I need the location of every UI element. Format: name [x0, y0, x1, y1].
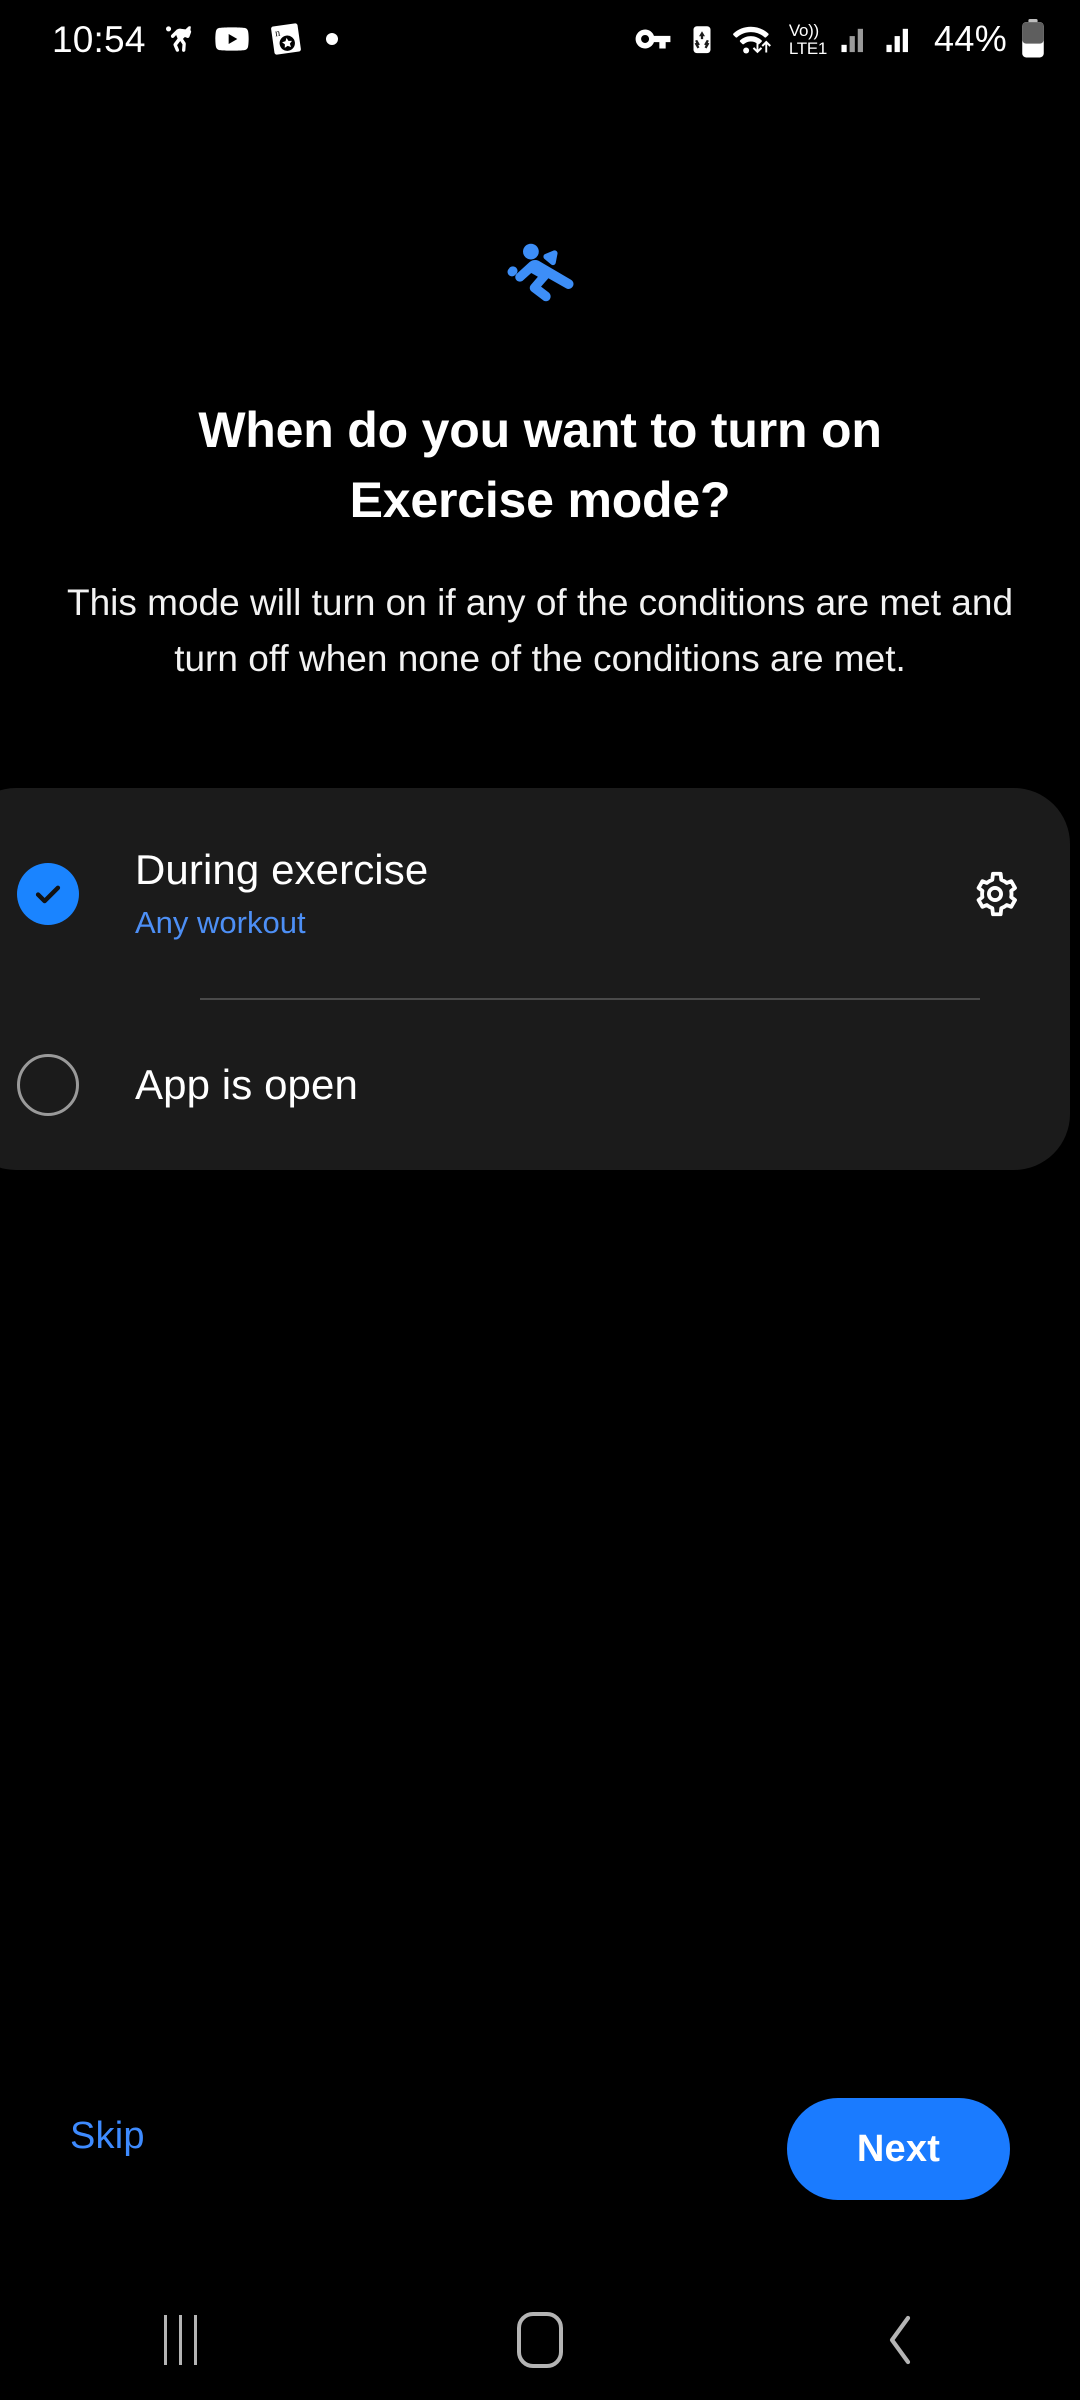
page-title: When do you want to turn on Exercise mod…: [198, 402, 882, 528]
next-button[interactable]: Next: [787, 2098, 1010, 2200]
back-icon: [889, 2315, 911, 2365]
vpn-key-icon: [634, 20, 672, 58]
option-app-is-open-radio[interactable]: [0, 1054, 135, 1116]
volte-line-2: LTE1: [788, 38, 828, 58]
gear-icon: [976, 871, 1017, 917]
dot-indicator-icon: [325, 33, 338, 45]
status-bar-right: Vo)) LTE1 44%: [634, 18, 1046, 60]
option-settings-button[interactable]: [920, 867, 1070, 921]
option-app-is-open-text: App is open: [135, 1059, 920, 1111]
nav-recents-button[interactable]: [0, 2280, 360, 2400]
skip-button[interactable]: Skip: [70, 2115, 145, 2158]
nav-back-button[interactable]: [720, 2280, 1080, 2400]
option-during-exercise[interactable]: During exercise Any workout: [0, 788, 1070, 1000]
signal-sim2-icon: [885, 23, 917, 55]
news-app-icon: n: [266, 19, 306, 59]
data-saver-icon: [685, 22, 719, 56]
wifi-icon: [732, 20, 776, 58]
recents-icon[interactable]: [163, 2315, 197, 2365]
status-bar-left: 10:54 n: [52, 19, 338, 59]
option-during-exercise-radio[interactable]: [0, 863, 135, 925]
conditions-card: During exercise Any workout App is open: [0, 788, 1070, 1170]
horse-icon: [160, 20, 198, 58]
exercise-running-icon: [0, 232, 1080, 316]
youtube-icon: [212, 19, 252, 59]
status-bar: 10:54 n Vo)) LTE1 44%: [0, 0, 1080, 78]
radio-unchecked-icon[interactable]: [16, 1054, 79, 1116]
page-subtitle: This mode will turn on if any of the con…: [66, 582, 1014, 679]
battery-icon: [1020, 19, 1046, 59]
signal-sim1-icon: [840, 23, 872, 55]
volte-line-1: Vo)): [788, 20, 819, 40]
option-subtitle: Any workout: [135, 904, 306, 940]
option-title: During exercise: [135, 845, 429, 893]
nav-home-button[interactable]: [360, 2280, 720, 2400]
battery-percent-label: 44%: [934, 18, 1007, 59]
option-title: App is open: [135, 1061, 358, 1108]
home-icon[interactable]: [517, 2312, 563, 2368]
status-clock: 10:54: [52, 18, 146, 60]
volte-icon: Vo)) LTE1: [789, 22, 827, 57]
check-circle-icon[interactable]: [16, 863, 79, 925]
option-during-exercise-text: During exercise Any workout: [135, 844, 920, 945]
option-app-is-open[interactable]: App is open: [0, 1000, 1070, 1170]
android-navigation-bar: [0, 2280, 1080, 2400]
phone-screen: 10:54 n Vo)) LTE1 44% When do you want t…: [0, 0, 1080, 2400]
